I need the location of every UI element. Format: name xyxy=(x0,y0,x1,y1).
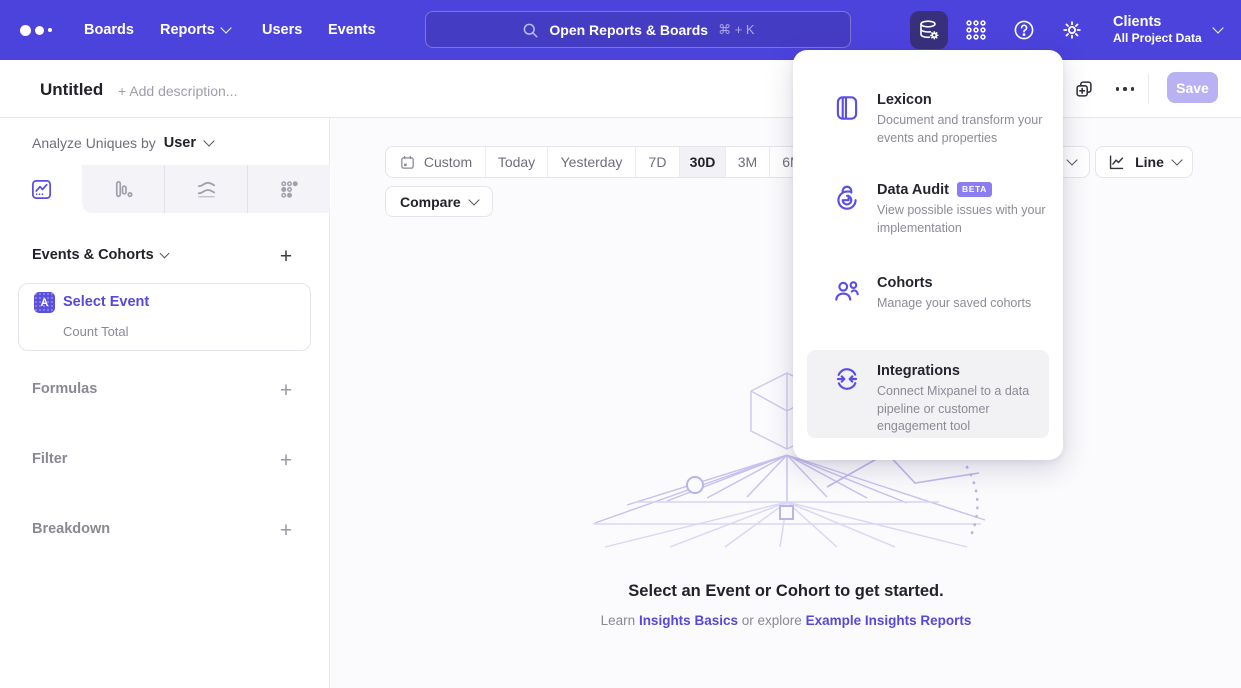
menu-item-title: Cohorts xyxy=(877,275,933,291)
apps-grid-button[interactable] xyxy=(957,11,995,49)
tab-bar-chart[interactable] xyxy=(82,165,164,213)
menu-item-title: Data Audit xyxy=(877,182,949,198)
menu-item-title: Integrations xyxy=(877,363,960,379)
ellipsis-icon xyxy=(1116,87,1135,91)
more-options-button[interactable] xyxy=(1112,76,1138,102)
nav-item-users[interactable]: Users xyxy=(262,0,302,60)
tab-flow[interactable] xyxy=(165,165,247,213)
nav-item-boards[interactable]: Boards xyxy=(84,0,134,60)
event-badge: A xyxy=(34,292,55,313)
range-custom[interactable]: Custom xyxy=(386,147,486,177)
database-gear-icon xyxy=(917,18,941,42)
events-cohorts-section[interactable]: Events & Cohorts xyxy=(32,247,168,263)
project-switcher[interactable]: Clients All Project Data xyxy=(1113,0,1222,60)
lexicon-icon xyxy=(832,93,862,123)
range-today[interactable]: Today xyxy=(486,147,548,177)
chevron-down-icon xyxy=(159,248,169,258)
count-total-label[interactable]: Count Total xyxy=(63,324,129,339)
example-reports-link[interactable]: Example Insights Reports xyxy=(806,613,972,628)
menu-item-cohorts[interactable]: Cohorts Manage your saved cohorts xyxy=(793,275,1063,313)
analyze-uniques-selector[interactable]: Analyze Uniques by User xyxy=(32,135,213,151)
menu-item-integrations[interactable]: Integrations Connect Mixpanel to a data … xyxy=(807,350,1049,438)
chevron-down-icon xyxy=(468,194,479,205)
mixpanel-logo[interactable] xyxy=(20,0,52,60)
add-filter-button[interactable]: + xyxy=(274,448,298,472)
search-icon xyxy=(521,21,539,39)
chart-type-button[interactable]: Line xyxy=(1095,146,1193,178)
insights-line-icon xyxy=(30,178,53,201)
search-shortcut: ⌘ + K xyxy=(718,22,755,38)
help-icon xyxy=(1012,18,1036,42)
menu-item-desc: Manage your saved cohorts xyxy=(877,295,1049,313)
nav-item-reports[interactable]: Reports xyxy=(160,0,230,60)
integrations-icon xyxy=(832,364,862,394)
add-formula-button[interactable]: + xyxy=(274,378,298,402)
chevron-down-icon xyxy=(203,135,214,146)
range-7d[interactable]: 7D xyxy=(636,147,680,177)
menu-item-desc: Connect Mixpanel to a data pipeline or c… xyxy=(877,383,1049,436)
report-title[interactable]: Untitled xyxy=(40,80,103,100)
filter-section-label: Filter xyxy=(32,451,67,467)
line-chart-icon xyxy=(1107,153,1126,172)
date-range-control: Custom Today Yesterday 7D 30D 3M 6M xyxy=(385,146,815,178)
bar-chart-icon xyxy=(112,178,135,201)
add-description-field[interactable]: + Add description... xyxy=(118,83,237,99)
flow-icon xyxy=(195,178,218,201)
duplicate-report-button[interactable] xyxy=(1071,76,1097,102)
nav-item-events[interactable]: Events xyxy=(328,0,376,60)
chevron-down-icon xyxy=(1171,154,1182,165)
menu-item-title: Lexicon xyxy=(877,92,932,108)
range-30d-selected[interactable]: 30D xyxy=(680,147,726,177)
calendar-icon xyxy=(399,154,416,171)
add-breakdown-button[interactable]: + xyxy=(274,518,298,542)
save-button[interactable]: Save xyxy=(1167,72,1218,103)
cohorts-icon xyxy=(832,276,862,306)
dots-grid-icon xyxy=(278,178,301,201)
project-name: Clients xyxy=(1113,13,1202,31)
chevron-down-icon xyxy=(220,22,231,33)
add-event-button[interactable]: + xyxy=(274,244,298,268)
menu-item-data-audit[interactable]: Data Audit BETA View possible issues wit… xyxy=(793,182,1063,237)
event-card[interactable] xyxy=(18,283,311,351)
help-button[interactable] xyxy=(1005,11,1043,49)
gear-icon xyxy=(1060,18,1084,42)
global-search-button[interactable]: Open Reports & Boards ⌘ + K xyxy=(425,11,851,48)
range-3m[interactable]: 3M xyxy=(726,147,770,177)
header-divider xyxy=(1148,74,1149,104)
menu-item-desc: View possible issues with your implement… xyxy=(877,202,1049,237)
insights-basics-link[interactable]: Insights Basics xyxy=(639,613,738,628)
project-scope: All Project Data xyxy=(1113,31,1202,47)
range-yesterday[interactable]: Yesterday xyxy=(548,147,636,177)
empty-state-hint: Learn Insights Basics or explore Example… xyxy=(331,613,1241,628)
analyze-value: User xyxy=(164,135,196,151)
empty-state-title: Select an Event or Cohort to get started… xyxy=(331,582,1241,601)
data-audit-icon xyxy=(832,183,862,213)
grid-icon xyxy=(964,18,988,42)
tab-insights-selected[interactable] xyxy=(0,165,82,213)
settings-button[interactable] xyxy=(1053,11,1091,49)
search-placeholder: Open Reports & Boards xyxy=(549,22,708,38)
compare-button[interactable]: Compare xyxy=(385,186,493,217)
menu-item-lexicon[interactable]: Lexicon Document and transform your even… xyxy=(793,92,1063,147)
data-management-menu: Lexicon Document and transform your even… xyxy=(793,50,1063,460)
breakdown-section-label: Breakdown xyxy=(32,521,110,537)
duplicate-icon xyxy=(1073,78,1095,100)
data-management-button[interactable] xyxy=(910,11,948,49)
chevron-down-icon xyxy=(1212,22,1223,33)
formulas-section-label: Formulas xyxy=(32,381,97,397)
menu-item-desc: Document and transform your events and p… xyxy=(877,112,1049,147)
chevron-down-icon xyxy=(1066,154,1077,165)
tab-retention-grid[interactable] xyxy=(248,165,330,213)
beta-badge: BETA xyxy=(957,182,992,197)
select-event-label[interactable]: Select Event xyxy=(63,294,149,310)
